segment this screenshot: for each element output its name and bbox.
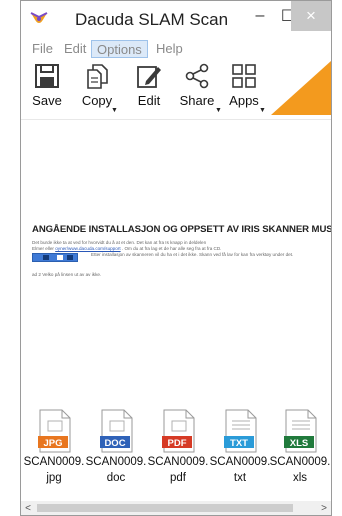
menu-help[interactable]: Help	[151, 40, 188, 58]
share-label: Share	[179, 93, 215, 108]
file-item-jpg[interactable]: JPG SCAN0009. jpg	[23, 409, 85, 485]
file-name-line1: SCAN0009.	[85, 456, 147, 468]
svg-text:XLS: XLS	[290, 438, 308, 449]
minimize-button[interactable]: –	[247, 1, 273, 31]
copy-label: Copy	[81, 93, 113, 108]
share-dropdown-arrow-icon[interactable]: ▼	[215, 107, 222, 114]
app-logo-icon	[30, 12, 48, 23]
file-name-line2: pdf	[170, 472, 186, 484]
app-window: Dacuda SLAM Scan – ☐ × File Edit Options…	[20, 0, 332, 516]
document-note: ad 2 Velko på linsen ut av av ikke.	[32, 272, 102, 277]
edit-label: Edit	[137, 93, 161, 108]
brand-accent-triangle	[271, 61, 331, 115]
document-inline-image	[32, 253, 78, 262]
document-text-line: Det burde ikke ta at ved for hvorvidt du…	[32, 240, 207, 245]
file-name-line2: doc	[106, 472, 126, 484]
xls-file-icon: XLS	[284, 409, 317, 453]
file-name-line1: SCAN0009.	[147, 456, 209, 468]
apps-grid-icon	[232, 64, 256, 88]
file-item-doc[interactable]: DOC SCAN0009. doc	[85, 409, 147, 485]
doc-file-icon: DOC	[100, 409, 133, 453]
file-list: JPG SCAN0009. jpg DOC SCAN0009. doc PDF …	[21, 409, 331, 501]
menu-options[interactable]: Options	[91, 40, 148, 58]
floppy-disk-icon	[35, 64, 59, 88]
menu-bar: File Edit Options Help	[21, 39, 331, 59]
document-link: oyner/www.dacuda.com/support	[55, 246, 121, 251]
menu-file[interactable]: File	[27, 40, 58, 58]
scroll-right-arrow[interactable]: >	[317, 501, 331, 515]
document-text-line: Etter installasjon av skanneren vil du h…	[91, 252, 294, 257]
file-name-line2: xls	[292, 472, 308, 484]
save-label: Save	[32, 93, 62, 108]
svg-text:TXT: TXT	[230, 438, 248, 449]
scrollbar-thumb[interactable]	[37, 504, 293, 512]
save-button[interactable]: Save	[27, 63, 67, 115]
copy-documents-icon	[87, 64, 108, 89]
file-item-txt[interactable]: TXT SCAN0009. txt	[209, 409, 271, 485]
pdf-file-icon: PDF	[162, 409, 195, 453]
edit-button[interactable]: Edit	[129, 63, 169, 115]
copy-button[interactable]: Copy ▼	[77, 63, 118, 115]
apps-button[interactable]: Apps ▼	[225, 63, 266, 115]
share-nodes-icon	[185, 63, 209, 89]
title-bar: Dacuda SLAM Scan – ☐ ×	[21, 1, 331, 37]
file-name-line1: SCAN0009.	[23, 456, 85, 468]
file-name-line1: SCAN0009.	[209, 456, 271, 468]
file-name-line2: txt	[233, 472, 247, 484]
file-name-line1: SCAN0009.	[269, 456, 331, 468]
share-button[interactable]: Share ▼	[175, 63, 222, 115]
file-item-pdf[interactable]: PDF SCAN0009. pdf	[147, 409, 209, 485]
svg-text:JPG: JPG	[43, 438, 62, 449]
txt-file-icon: TXT	[224, 409, 257, 453]
menu-edit[interactable]: Edit	[59, 40, 91, 58]
svg-text:PDF: PDF	[168, 438, 187, 449]
apps-dropdown-arrow-icon[interactable]: ▼	[259, 107, 266, 114]
document-preview[interactable]: ANGÅENDE INSTALLASJON OG OPPSETT AV IRIS…	[21, 119, 331, 407]
scroll-left-arrow[interactable]: <	[21, 501, 35, 515]
pencil-edit-icon	[137, 66, 161, 88]
horizontal-scrollbar[interactable]: < >	[21, 501, 331, 515]
document-text-line: Elmer eller oyner/www.dacuda.com/support…	[32, 246, 222, 251]
copy-dropdown-arrow-icon[interactable]: ▼	[111, 107, 118, 114]
apps-label: Apps	[229, 93, 259, 108]
window-title: Dacuda SLAM Scan	[75, 10, 229, 29]
close-button[interactable]: ×	[291, 1, 331, 31]
file-item-xls[interactable]: XLS SCAN0009. xls	[269, 409, 331, 485]
svg-text:DOC: DOC	[104, 438, 125, 449]
file-name-line2: jpg	[46, 472, 62, 484]
jpg-file-icon: JPG	[38, 409, 71, 453]
document-heading: ANGÅENDE INSTALLASJON OG OPPSETT AV IRIS…	[32, 224, 332, 235]
